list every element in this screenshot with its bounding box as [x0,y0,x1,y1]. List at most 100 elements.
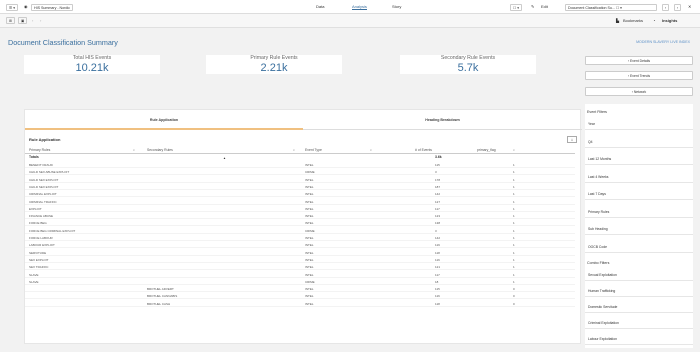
pencil-icon[interactable]: ✎ [531,4,534,9]
table-row[interactable]: SLAVE CRIME 18 1 [25,279,575,285]
table-row[interactable]: BENEFIT FRAUD INTEL 115 1 [25,162,575,168]
combo-filter-item[interactable]: Labour Exploitation [585,333,693,345]
kpi-value: 2.21k [260,62,288,74]
cell-event-type: INTEL [305,236,314,240]
cell-primary-flag: 1 [513,199,515,204]
column-header-primary-rules[interactable]: Primary Rules [29,148,50,152]
table-row[interactable]: CHILD SEX EXPLOIT INTEL 178 1 [25,177,575,183]
table-header: Primary Rules ⌕ Secondary Rules ⌕ Event … [25,146,575,154]
cell-primary-rule: FINANCE ABUSE [29,214,54,219]
search-icon[interactable]: ⌕ [293,148,295,152]
combo-filter-item[interactable]: Human Trafficking [585,285,693,297]
table-row[interactable]: CRIMINAL EXPLOIT INTEL 142 1 [25,191,575,198]
network-button[interactable]: › Network [585,87,693,96]
export-button[interactable]: ⇩ [567,136,577,143]
table-row[interactable]: BROTHEL CANNABIS INTEL 116 0 [25,293,575,300]
event-filters-heading: Event Filters [587,110,607,114]
event-filter-item[interactable]: Sub Heading [585,223,693,235]
combo-filter-item[interactable]: Domestic Servitude [585,301,693,313]
column-header-primary-flag[interactable]: primary_flag [477,148,496,152]
table-row[interactable]: SERVITUDE INTEL 118 1 [25,250,575,256]
tab-heading-breakdown[interactable]: Heading Breakdown [303,110,582,130]
table-row[interactable]: FINANCE ABUSE INTEL 123 1 [25,213,575,220]
event-trends-label: Event Trends [630,74,651,78]
cell-event-type: INTEL [305,192,314,197]
cell-primary-rule: FORCE BEG [29,221,47,226]
sort-down-icon[interactable]: ▲ [223,156,226,160]
bookmarks-button[interactable]: Bookmarks [623,18,643,23]
cell-event-type: INTEL [305,214,314,219]
search-icon[interactable]: ⌕ [370,148,372,152]
app-selector[interactable]: HIS Summary - Nordic [31,4,73,11]
event-filter-item[interactable]: Q4 [585,136,693,148]
event-trends-button[interactable]: › Event Trends [585,71,693,80]
cell-primary-flag: 0 [513,294,515,299]
sheet-selector[interactable]: Document Classification Su... ☐ ▾ [565,4,657,11]
cell-primary-flag: 1 [513,279,515,284]
selections-tool-button[interactable]: ▣ [18,17,28,24]
table-row[interactable]: FORCE BEG CRIMINAL EXPLOIT CRIME 3 1 [25,228,575,234]
search-icon[interactable]: ⌕ [513,148,515,152]
nav-tab-data[interactable]: Data [316,4,324,9]
table-row[interactable]: CHILD SEX EXPLOIT INTEL 187 1 [25,184,575,190]
top-toolbar: ☰ ▾ ◉ HIS Summary - Nordic Data Analysis… [0,0,700,14]
network-label: Network [633,90,647,94]
event-details-button[interactable]: › Event Details [585,56,693,65]
insights-button[interactable]: Insights [662,18,677,23]
table-row[interactable]: CHILD SEX ABUSE EXPLOIT CRIME 3 1 [25,169,575,176]
combo-filter-item[interactable]: Criminal Exploitation [585,317,693,329]
cell-primary-rule: LABOUR EXPLOIT [29,243,55,248]
notes-button[interactable]: ☐ ▾ [510,4,523,11]
cell-primary-flag: 1 [513,243,515,248]
cell-secondary-rule: BROTHEL CASH [147,301,171,306]
table-row[interactable]: CRIMINAL TRAFFIC INTEL 127 1 [25,199,575,205]
close-icon[interactable]: ✕ [688,4,691,9]
sheet-navigation-link[interactable]: MODERN SLAVERY LIVE INDEX [636,40,690,44]
table-row[interactable]: FORCE BEG INTEL 138 1 [25,220,575,227]
step-back-icon[interactable]: ‹ [32,18,33,23]
cell-events: 115 [435,163,440,167]
cell-events: 121 [435,265,441,270]
page-title: Document Classification Summary [8,38,118,47]
table-row[interactable]: FORCE LABOUR INTEL 142 1 [25,235,575,241]
cell-primary-flag: 1 [513,206,515,211]
smart-search-button[interactable]: ⊞ [6,17,16,24]
cell-primary-rule: CHILD SEX EXPLOIT [29,177,59,182]
table-row[interactable]: BROTHEL CASH INTEL 118 0 [25,301,575,307]
column-header-event-type[interactable]: Event Type [305,148,322,152]
search-icon[interactable]: ⌕ [133,148,135,152]
table-row[interactable]: EXPLOIT INTEL 117 1 [25,206,575,212]
table-row[interactable]: BROTHEL ADVERT INTEL 115 0 [25,286,575,293]
nav-tab-story[interactable]: Story [392,4,401,9]
tab-bar: Rule Application Heading Breakdown [25,110,582,130]
tab-rule-application[interactable]: Rule Application [25,110,303,130]
column-header-secondary-rules[interactable]: Secondary Rules [147,148,173,152]
step-forward-icon[interactable]: › [40,18,41,23]
column-header-events[interactable]: # of Events [415,148,432,152]
cell-events: 118 [435,301,440,306]
cell-event-type: INTEL [305,206,314,211]
event-filter-item[interactable]: Primary Rules [585,206,693,218]
table-row[interactable]: SLAVE INTEL 117 1 [25,272,575,278]
table-row[interactable]: SEX TRAFFIC INTEL 121 1 [25,264,575,271]
table-row[interactable]: SEX EXPLOIT INTEL 116 1 [25,257,575,263]
event-filter-item[interactable]: Year [585,118,693,130]
table-row[interactable]: LABOUR EXPLOIT INTEL 119 1 [25,242,575,249]
combo-filter-item[interactable]: Sexual Exploitation [585,269,693,281]
cell-primary-flag: 0 [513,301,515,306]
cell-event-type: INTEL [305,163,314,167]
nav-tab-analysis[interactable]: Analysis [352,4,367,10]
event-filter-item[interactable]: Last 12 Months [585,153,693,165]
event-filter-item[interactable]: Last 7 Days [585,188,693,200]
next-sheet-button[interactable]: › [674,4,682,11]
cell-event-type: CRIME [305,279,315,284]
previous-sheet-button[interactable]: ‹ [662,4,670,11]
event-filter-item[interactable]: OOCB Code [585,241,693,253]
edit-button[interactable]: Edit [541,4,548,9]
event-filter-item[interactable]: Last 4 Weeks [585,171,693,183]
hamburger-menu-button[interactable]: ☰ ▾ [6,4,19,11]
cell-event-type: INTEL [305,265,314,270]
cell-events: 118 [435,250,440,255]
cell-primary-flag: 1 [513,250,515,255]
cell-primary-flag: 1 [513,214,515,219]
